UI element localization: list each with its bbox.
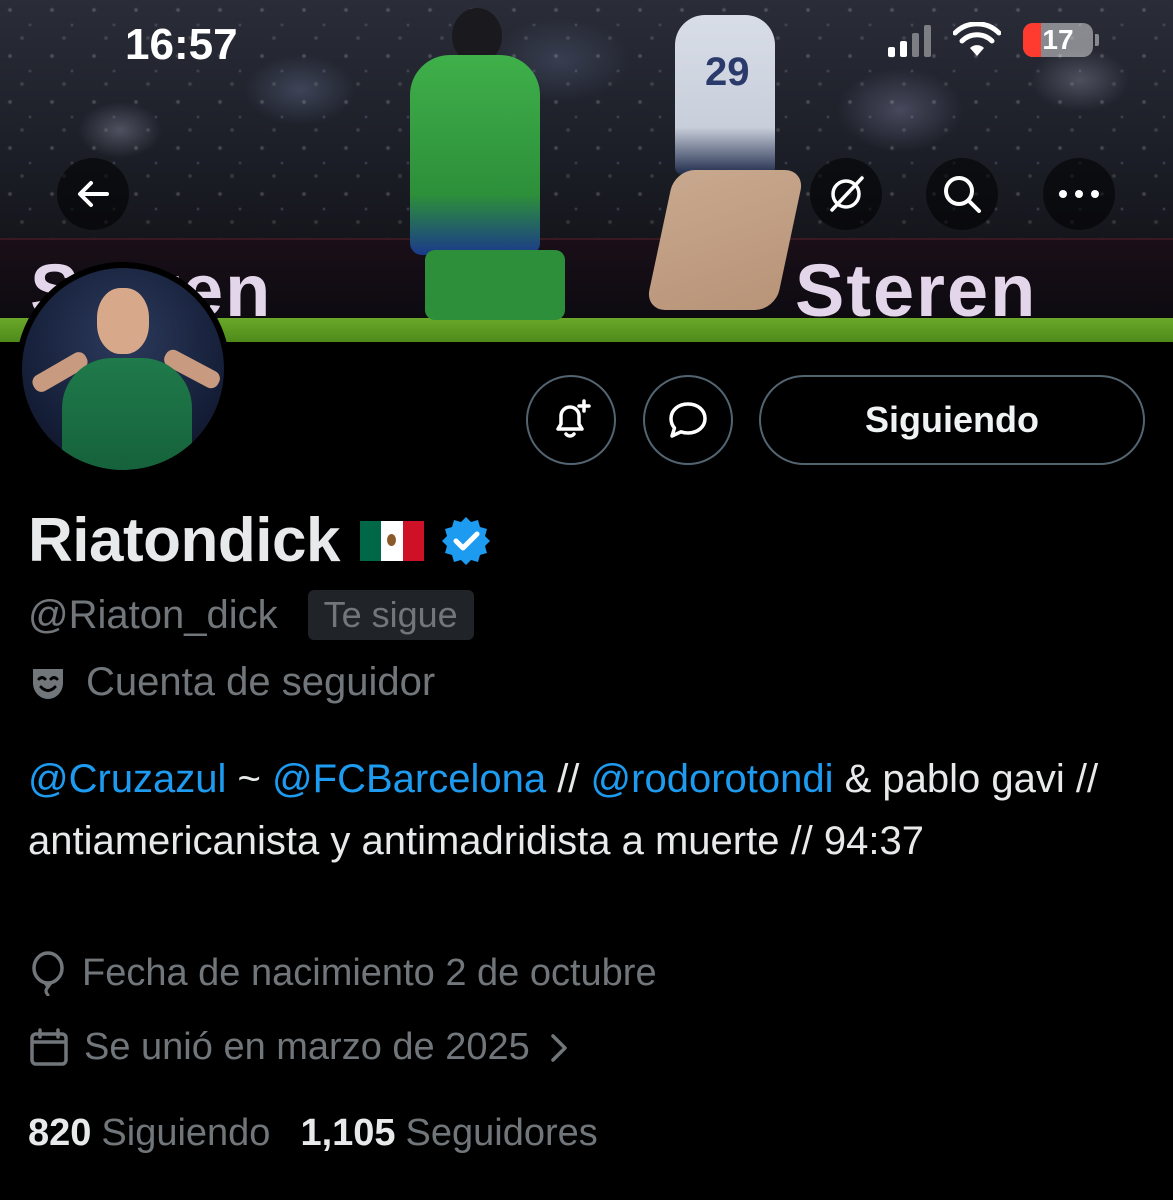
bio-text: // [546,757,591,801]
arrow-left-icon [78,181,109,207]
joined-text: Se unió en marzo de 2025 [84,1026,530,1068]
battery-icon: 17 [1023,23,1099,57]
message-icon [669,402,707,438]
handle-row: @Riaton_dick Te sigue [28,590,474,640]
cellular-signal-icon [888,23,931,57]
theater-mask-icon [33,668,63,699]
following-stat[interactable]: 820 Siguiendo [28,1112,270,1155]
search-button[interactable] [926,158,998,230]
following-label: Siguiendo [101,1112,271,1154]
banner-keeper-legs [425,250,565,320]
bio-mention-rodorotondi[interactable]: @rodorotondi [591,757,834,801]
verified-badge-icon [441,516,490,565]
notifications-button[interactable] [526,375,616,465]
followers-label: Seguidores [405,1112,598,1154]
mexico-flag-icon [359,520,424,561]
more-icon [1059,190,1099,198]
joined-row[interactable]: Se unió en marzo de 2025 [28,1026,572,1069]
name-row: Riatondick [28,505,492,576]
banner-keeper [410,55,540,255]
bell-plus-icon [556,399,591,438]
following-count: 820 [28,1112,92,1154]
calendar-icon [30,1027,68,1066]
grok-button[interactable] [810,158,882,230]
bio: @Cruzazul ~ @FCBarcelona // @rodorotondi… [28,748,1148,872]
bio-mention-fcbarcelona[interactable]: @FCBarcelona [272,757,546,801]
followers-stat[interactable]: 1,105 Seguidores [300,1112,597,1155]
avatar-image [22,268,224,470]
parody-label-row: Cuenta de seguidor [28,660,435,705]
following-button[interactable]: Siguiendo [759,375,1145,465]
display-name: Riatondick [28,506,340,575]
search-icon [944,176,981,213]
status-icons: 17 [888,22,1099,58]
bio-mention-cruzazul[interactable]: @Cruzazul [28,757,226,801]
banner-runner [675,15,775,175]
birthday-row: Fecha de nacimiento 2 de octubre [28,950,657,996]
balloon-icon [32,951,64,996]
battery-level: 17 [1042,24,1074,55]
wifi-icon [953,22,1001,56]
bio-text: ~ [226,757,273,801]
chevron-right-icon [551,1033,567,1062]
avatar[interactable] [16,262,230,476]
back-button[interactable] [57,158,129,230]
more-button[interactable] [1043,158,1115,230]
parody-label: Cuenta de seguidor [86,660,436,704]
status-time: 16:57 [125,20,238,69]
grok-icon [830,176,864,212]
banner-jersey-number: 29 [705,50,750,94]
follows-you-badge: Te sigue [307,590,474,640]
birthday-text: Fecha de nacimiento 2 de octubre [82,951,657,994]
message-button[interactable] [643,375,733,465]
followers-count: 1,105 [300,1112,396,1154]
stats-row: 820 Siguiendo 1,105 Seguidores [28,1112,598,1155]
handle: @Riaton_dick [28,592,278,637]
